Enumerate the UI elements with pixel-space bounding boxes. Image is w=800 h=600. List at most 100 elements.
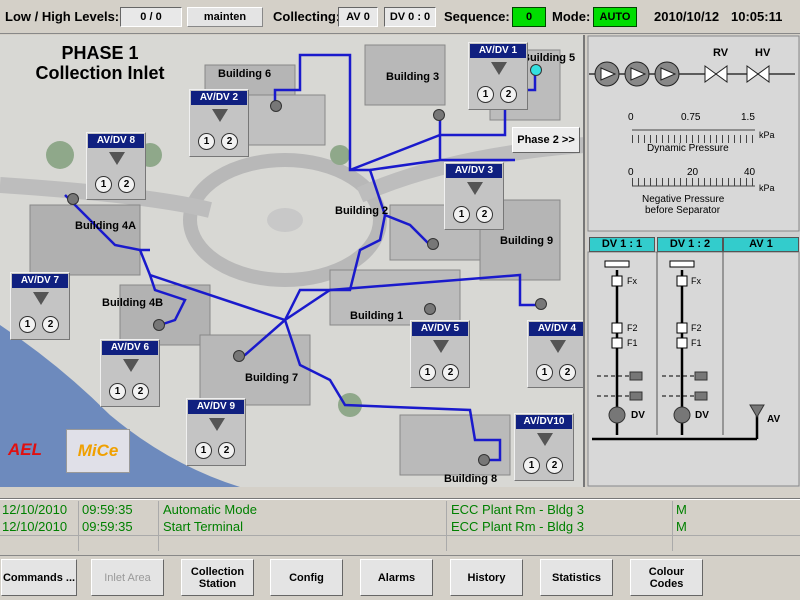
dv1-indicator: 1 — [477, 86, 494, 103]
phase-title-line1: PHASE 1 — [61, 43, 139, 63]
valve-triangle-icon — [550, 340, 566, 353]
av-dv-panel[interactable]: AV/DV 1 12 — [468, 42, 528, 110]
valve-triangle-icon — [212, 109, 228, 122]
log-type: M — [676, 502, 687, 517]
av-dv-panel[interactable]: AV/DV10 1 2 — [514, 413, 574, 481]
dv2-indicator: 2 — [132, 383, 149, 400]
dv2-indicator: 2 — [500, 86, 517, 103]
panel-title: AV/DV 6 — [102, 341, 158, 355]
neg-label-2: before Separator — [645, 205, 721, 216]
neg-tick-label: 0 — [628, 167, 634, 178]
dyn-tick-label: 0.75 — [681, 112, 701, 123]
panel-title: AV/DV 5 — [412, 322, 468, 336]
valve-node[interactable] — [433, 109, 445, 121]
mice-logo: MiCe — [66, 429, 130, 473]
panel-title: AV/DV 7 — [12, 274, 68, 288]
commands-button[interactable]: Commands ... — [1, 559, 77, 596]
av-dv-panel[interactable]: AV/DV 7 12 — [10, 272, 70, 340]
dv2-indicator: 2 — [42, 316, 59, 333]
neg-label-1: Negative Pressure — [642, 194, 725, 205]
fx-label: Fx — [627, 276, 637, 286]
building-label: Building 9 — [500, 235, 554, 247]
top-status-bar: Low / High Levels: 0 / 0 mainten Collect… — [0, 0, 800, 34]
valve-triangle-icon — [123, 359, 139, 372]
valve-node[interactable] — [535, 298, 547, 310]
valve-node[interactable] — [270, 100, 282, 112]
log-event: Start Terminal — [163, 519, 243, 534]
dyn-tick-label: 0 — [628, 112, 634, 123]
av-dv-panel[interactable]: AV/DV 5 12 — [410, 320, 470, 388]
log-row[interactable]: 12/10/2010 09:59:35 Automatic Mode ECC P… — [0, 502, 800, 518]
f1-label: F1 — [691, 338, 702, 348]
history-button[interactable]: History — [450, 559, 523, 596]
alarms-button[interactable]: Alarms — [360, 559, 433, 596]
dv-label: DV — [695, 410, 709, 421]
valve-node[interactable] — [427, 238, 439, 250]
av-dv-panel[interactable]: AV/DV 6 12 — [100, 339, 160, 407]
av-label: AV — [767, 414, 781, 425]
valve-node[interactable] — [478, 454, 490, 466]
building-label: Building 2 — [335, 205, 389, 217]
log-location: ECC Plant Rm - Bldg 3 — [451, 502, 584, 517]
sequence-label: Sequence: — [444, 9, 510, 24]
dyn-tick-label: 1.5 — [741, 112, 755, 123]
valve-triangle-icon — [209, 418, 225, 431]
hv-label: HV — [755, 47, 771, 59]
panel-title: AV/DV 8 — [88, 134, 144, 148]
mainten-button[interactable]: mainten — [187, 7, 263, 27]
dv-1-2-header: DV 1 : 2 — [657, 237, 723, 252]
phase-title: PHASE 1 Collection Inlet — [20, 43, 180, 83]
panel-title: AV/DV 1 — [470, 44, 526, 58]
valve-node[interactable] — [233, 350, 245, 362]
event-log[interactable]: 12/10/2010 09:59:35 Automatic Mode ECC P… — [0, 498, 800, 552]
building-label: Building 3 — [386, 71, 440, 83]
dv1-indicator: 1 — [95, 176, 112, 193]
sequence-value: 0 — [512, 7, 546, 27]
levels-value: 0 / 0 — [120, 7, 182, 27]
panel-title: AV/DV 2 — [191, 91, 247, 105]
site-map: PHASE 1 Collection Inlet Phase 2 >> Buil… — [0, 35, 585, 487]
mode-label: Mode: — [552, 9, 591, 24]
dv1-indicator: 1 — [536, 364, 553, 381]
dv-label: DV — [631, 410, 645, 421]
dv2-indicator: 2 — [442, 364, 459, 381]
dv1-indicator: 1 — [195, 442, 212, 459]
neg-unit: kPa — [759, 183, 775, 193]
phase-title-line2: Collection Inlet — [35, 63, 165, 83]
phase2-button[interactable]: Phase 2 >> — [512, 127, 580, 153]
negative-pressure-scale — [632, 178, 755, 186]
log-type: M — [676, 519, 687, 534]
log-date: 12/10/2010 — [2, 519, 68, 534]
av-dv-panel[interactable]: AV/DV 9 12 — [186, 398, 246, 466]
valve-triangle-icon — [433, 340, 449, 353]
dv2-indicator: 2 — [118, 176, 135, 193]
valve-triangle-icon — [109, 152, 125, 165]
av-dv-panel[interactable]: AV/DV 4 12 — [527, 320, 583, 388]
log-row[interactable]: 12/10/2010 09:59:35 Start Terminal ECC P… — [0, 519, 800, 535]
dv1-indicator: 1 — [453, 206, 470, 223]
statistics-button[interactable]: Statistics — [540, 559, 613, 596]
dv-collecting-value: DV 0 : 0 — [384, 7, 436, 27]
valve-triangle-icon — [467, 182, 483, 195]
dv1-indicator: 1 — [419, 364, 436, 381]
colour-codes-button[interactable]: Colour Codes — [630, 559, 703, 596]
building-label: Building 7 — [245, 372, 299, 384]
valve-node[interactable] — [424, 303, 436, 315]
av-dv-panel[interactable]: AV/DV 8 12 — [86, 132, 146, 200]
inlet-area-button[interactable]: Inlet Area — [91, 559, 164, 596]
av-collecting-value: AV 0 — [338, 7, 378, 27]
collection-station-button[interactable]: Collection Station — [181, 559, 254, 596]
building-label: Building 5 — [522, 52, 576, 64]
valve-node[interactable] — [153, 319, 165, 331]
av-dv-panel[interactable]: AV/DV 2 12 — [189, 89, 249, 157]
valve-node[interactable] — [67, 193, 79, 205]
valve-node-active[interactable] — [530, 64, 542, 76]
neg-tick-label: 20 — [687, 167, 699, 178]
av-dv-panel[interactable]: AV/DV 3 12 — [444, 162, 504, 230]
config-button[interactable]: Config — [270, 559, 343, 596]
f1-label: F1 — [627, 338, 638, 348]
fx-label: Fx — [691, 276, 701, 286]
collecting-label: Collecting: — [273, 9, 341, 24]
neg-tick-label: 40 — [744, 167, 756, 178]
panel-title: AV/DV 9 — [188, 400, 244, 414]
